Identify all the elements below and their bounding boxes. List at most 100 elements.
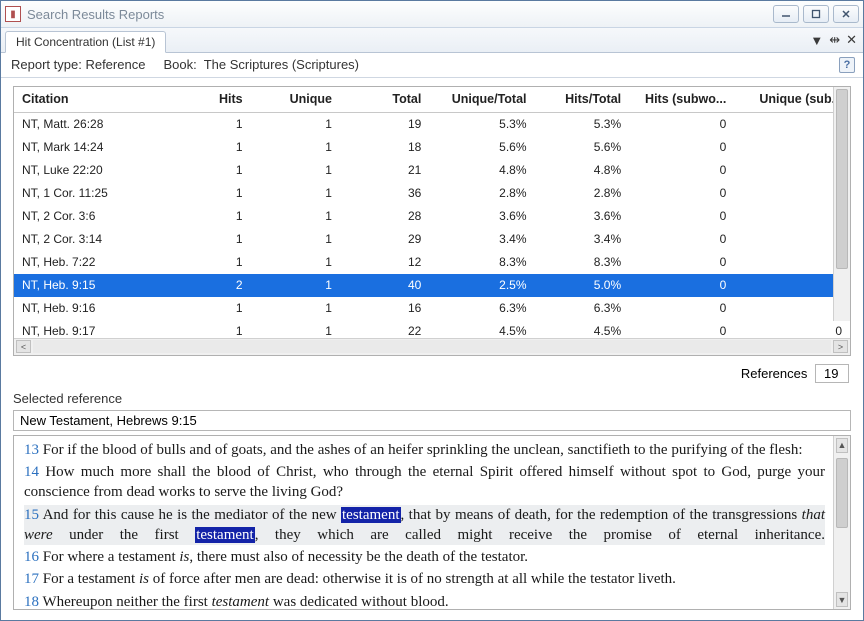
table-cell: 0	[629, 320, 734, 338]
table-row[interactable]: NT, Heb. 9:1711224.5%4.5%00	[14, 320, 850, 338]
close-button[interactable]	[833, 5, 859, 23]
tab-menu-icon[interactable]: ▼	[810, 33, 823, 48]
table-cell: 2.8%	[429, 182, 534, 205]
book-value[interactable]: The Scriptures (Scriptures)	[204, 57, 359, 72]
table-cell: 2.5%	[429, 274, 534, 297]
table-cell: 5.6%	[535, 136, 630, 159]
verse-number: 15	[24, 507, 39, 523]
col-unique-total[interactable]: Unique/Total	[429, 87, 534, 113]
table-cell: 0	[629, 112, 734, 136]
report-type-value[interactable]: Reference	[85, 57, 145, 72]
references-count: 19	[815, 364, 849, 383]
table-cell: 1	[251, 159, 340, 182]
table-row[interactable]: NT, Matt. 26:2811195.3%5.3%00	[14, 112, 850, 136]
window-buttons	[773, 5, 859, 23]
table-cell: 1	[172, 320, 251, 338]
table-row[interactable]: NT, Heb. 9:1521402.5%5.0%00	[14, 274, 850, 297]
table-cell: NT, Mark 14:24	[14, 136, 172, 159]
table-cell: 1	[172, 136, 251, 159]
scroll-down-icon[interactable]: ▼	[836, 592, 848, 607]
scroll-right-icon[interactable]: >	[833, 340, 848, 353]
maximize-button[interactable]	[803, 5, 829, 23]
table-cell: 1	[251, 274, 340, 297]
col-unique[interactable]: Unique	[251, 87, 340, 113]
table-vertical-scrollbar[interactable]	[833, 87, 850, 321]
table-cell: 0	[629, 159, 734, 182]
col-hits[interactable]: Hits	[172, 87, 251, 113]
table-cell: 18	[340, 136, 429, 159]
titlebar[interactable]: ▮ Search Results Reports	[1, 1, 863, 28]
verse-number: 17	[24, 571, 39, 587]
book-label: Book:	[163, 57, 196, 72]
close-tab-icon[interactable]: ✕	[846, 32, 857, 48]
table-cell: 16	[340, 297, 429, 320]
table-cell: NT, 2 Cor. 3:6	[14, 205, 172, 228]
table-row[interactable]: NT, Heb. 7:2211128.3%8.3%00	[14, 251, 850, 274]
col-hits-total[interactable]: Hits/Total	[535, 87, 630, 113]
table-row[interactable]: NT, 2 Cor. 3:1411293.4%3.4%00	[14, 228, 850, 251]
verse-number: 16	[24, 549, 39, 565]
tab-strip: Hit Concentration (List #1) ▼ ⇹ ✕	[1, 28, 863, 52]
window-title: Search Results Reports	[27, 7, 773, 22]
table-cell: 0	[629, 182, 734, 205]
table-cell: 3.6%	[535, 205, 630, 228]
table-cell: 4.8%	[535, 159, 630, 182]
scrollbar-thumb[interactable]	[836, 89, 848, 269]
verse-number: 18	[24, 594, 39, 610]
selected-verse[interactable]: 15 And for this cause he is the mediator…	[24, 505, 825, 546]
table-cell: NT, Heb. 7:22	[14, 251, 172, 274]
table-cell: NT, Heb. 9:16	[14, 297, 172, 320]
table-header-row[interactable]: Citation Hits Unique Total Unique/Total …	[14, 87, 850, 113]
pin-icon[interactable]: ⇹	[829, 32, 840, 48]
selected-reference-label: Selected reference	[1, 389, 863, 408]
table-row[interactable]: NT, Mark 14:2411185.6%5.6%00	[14, 136, 850, 159]
table-cell: 5.3%	[535, 112, 630, 136]
references-label: References	[741, 366, 807, 381]
table-cell: 0	[629, 251, 734, 274]
table-cell: 5.6%	[429, 136, 534, 159]
minimize-button[interactable]	[773, 5, 799, 23]
table-cell: 0	[629, 297, 734, 320]
table-cell: 36	[340, 182, 429, 205]
search-hit: testament	[195, 527, 254, 543]
table-cell: 1	[172, 159, 251, 182]
app-icon: ▮	[5, 6, 21, 22]
table-row[interactable]: NT, Luke 22:2011214.8%4.8%00	[14, 159, 850, 182]
table-cell: NT, 1 Cor. 11:25	[14, 182, 172, 205]
col-citation[interactable]: Citation	[14, 87, 172, 113]
tab-hit-concentration[interactable]: Hit Concentration (List #1)	[5, 31, 166, 53]
table-cell: 19	[340, 112, 429, 136]
table-cell: 1	[172, 228, 251, 251]
table-cell: 6.3%	[535, 297, 630, 320]
col-total[interactable]: Total	[340, 87, 429, 113]
table-cell: 1	[172, 112, 251, 136]
table-row[interactable]: NT, 1 Cor. 11:2511362.8%2.8%00	[14, 182, 850, 205]
table-row[interactable]: NT, Heb. 9:1611166.3%6.3%00	[14, 297, 850, 320]
table-cell: 6.3%	[429, 297, 534, 320]
table-cell: 8.3%	[429, 251, 534, 274]
table-cell: 0	[629, 205, 734, 228]
table-cell: 1	[251, 228, 340, 251]
table-cell: 0	[629, 136, 734, 159]
table-row[interactable]: NT, 2 Cor. 3:611283.6%3.6%00	[14, 205, 850, 228]
col-hits-subwords[interactable]: Hits (subwo...	[629, 87, 734, 113]
table-cell: 3.6%	[429, 205, 534, 228]
scrollbar-track[interactable]	[33, 340, 831, 353]
selected-reference-field[interactable]: New Testament, Hebrews 9:15	[13, 410, 851, 431]
table-cell: 0	[629, 274, 734, 297]
verse-number: 13	[24, 442, 39, 458]
scroll-left-icon[interactable]: <	[16, 340, 31, 353]
table-cell: 4.8%	[429, 159, 534, 182]
verse-number: 14	[24, 464, 39, 480]
text-vertical-scrollbar[interactable]: ▲ ▼	[833, 436, 850, 609]
scripture-text[interactable]: 13 For if the blood of bulls and of goat…	[14, 436, 833, 609]
table-horizontal-scrollbar[interactable]: < >	[14, 338, 850, 355]
scrollbar-thumb[interactable]	[836, 458, 848, 528]
text-pane: 13 For if the blood of bulls and of goat…	[13, 435, 851, 610]
info-bar: Report type: Reference Book: The Scriptu…	[1, 53, 863, 78]
table-cell: 2	[172, 274, 251, 297]
table-cell: 0	[629, 228, 734, 251]
window-frame: ▮ Search Results Reports Hit Concentrati…	[0, 0, 864, 621]
help-icon[interactable]: ?	[839, 57, 855, 73]
scroll-up-icon[interactable]: ▲	[836, 438, 848, 453]
